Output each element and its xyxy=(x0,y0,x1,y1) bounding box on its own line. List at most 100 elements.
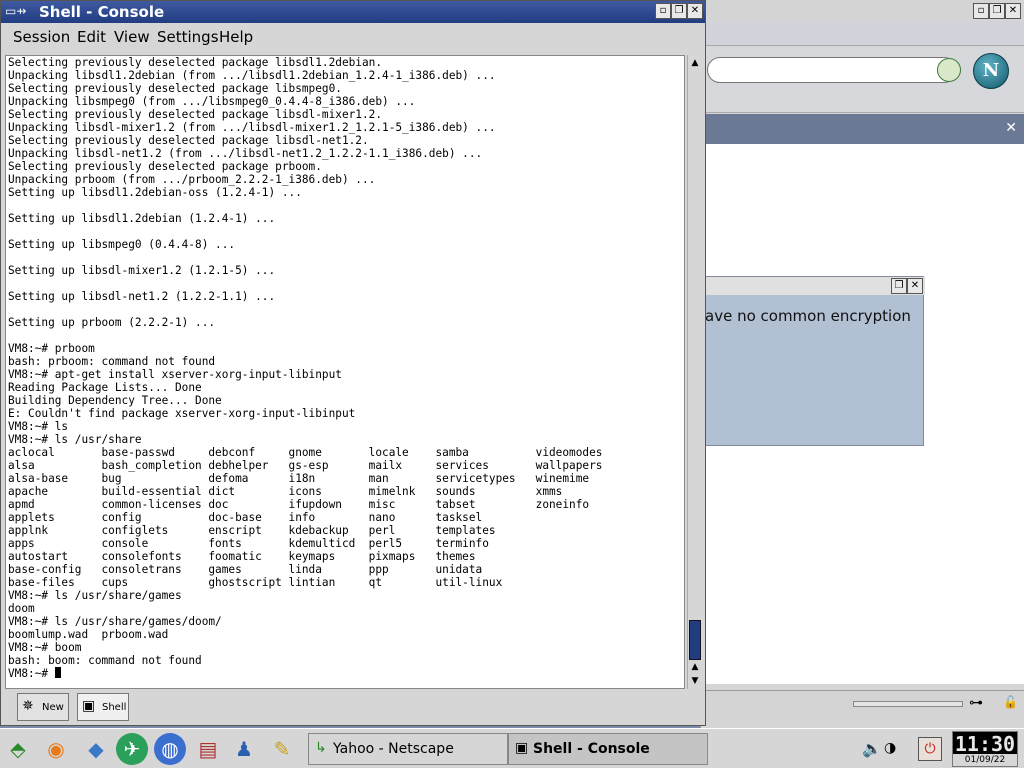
menu-session[interactable]: Session xyxy=(13,28,70,46)
scroll-down-icon[interactable]: ▼ xyxy=(689,675,701,687)
task-console[interactable]: ▣ Shell - Console xyxy=(508,733,708,765)
scrollbar-thumb[interactable] xyxy=(689,620,701,660)
terminal-line: applnk configlets enscript kdebackup per… xyxy=(8,524,496,537)
netscape-menubar xyxy=(701,22,1024,46)
go-icon[interactable] xyxy=(937,58,961,82)
terminal-line: Setting up prboom (2.2.2-1) ... xyxy=(8,316,216,329)
terminal-line: VM8:~# xyxy=(8,667,602,680)
terminal-line: Setting up libsdl1.2debian (1.2.4-1) ... xyxy=(8,212,276,225)
terminal-line: VM8:~# ls /usr/share/games/doom/ xyxy=(8,615,222,628)
terminal-line: Selecting previously deselected package … xyxy=(8,56,383,69)
netscape-icon: ↳ xyxy=(315,740,327,756)
minimize-button[interactable]: ▫ xyxy=(655,3,671,19)
terminal-line: bash: boom: command not found xyxy=(8,654,202,667)
start-menu-icon[interactable]: ⬘ xyxy=(2,733,34,765)
terminal-line: autostart consolefonts foomatic keymaps … xyxy=(8,550,476,563)
terminal-line: Building Dependency Tree... Done xyxy=(8,394,222,407)
terminal-line: alsa-base bug defoma i18n man servicetyp… xyxy=(8,472,590,485)
menu-settings[interactable]: Settings xyxy=(157,28,219,46)
window-menu-icon[interactable]: ▭⇸ xyxy=(5,4,35,20)
security-dialog: ❐ ✕ ave no common encryption xyxy=(700,276,925,446)
url-field[interactable] xyxy=(707,57,957,83)
terminal-line: Reading Package Lists... Done xyxy=(8,381,202,394)
terminal-line: apmd common-licenses doc ifupdown misc t… xyxy=(8,498,590,511)
editor-icon[interactable]: ✎ xyxy=(266,733,298,765)
clock-time: 11:30 xyxy=(954,732,1016,756)
terminal-line: Setting up libsmpeg0 (0.4.4-8) ... xyxy=(8,238,236,251)
scroll-up-icon[interactable]: ▲ xyxy=(689,57,701,69)
terminal-line: Unpacking libsmpeg0 (from .../libsmpeg0_… xyxy=(8,95,416,108)
netscape-titlebar: ▫ ❐ ✕ xyxy=(701,0,1024,22)
maximize-button[interactable]: ❐ xyxy=(671,3,687,19)
close-button[interactable]: ✕ xyxy=(907,278,923,294)
terminal-line: apps console fonts kdemulticd perl5 term… xyxy=(8,537,489,550)
session-tabbar: ✵ New ▣ Shell xyxy=(1,691,705,725)
terminal-line: VM8:~# boom xyxy=(8,641,82,654)
terminal-line: Unpacking prboom (from .../prboom_2.2.2-… xyxy=(8,173,376,186)
netscape-logo[interactable]: N xyxy=(973,53,1009,89)
terminal-line: Unpacking libsdl-net1.2 (from .../libsdl… xyxy=(8,147,483,160)
task-netscape[interactable]: ↳ Yahoo - Netscape xyxy=(308,733,508,765)
scroll-up-icon[interactable]: ▲ xyxy=(689,661,701,673)
netscape-statusbar: ⊶ 🔓 xyxy=(701,690,1024,720)
clock-date: 01/09/22 xyxy=(953,754,1017,766)
connection-icon: ⊶ xyxy=(969,695,983,711)
terminal-line: VM8:~# ls /usr/share xyxy=(8,433,142,446)
window-title: Shell - Console xyxy=(39,3,165,21)
lifebuoy-icon[interactable]: ◉ xyxy=(40,733,72,765)
close-icon[interactable]: ✕ xyxy=(1005,120,1017,136)
terminal-line: VM8:~# ls xyxy=(8,420,69,433)
terminal-line: doom xyxy=(8,602,35,615)
terminal-line: Unpacking libsdl-mixer1.2 (from .../libs… xyxy=(8,121,496,134)
menu-edit[interactable]: Edit xyxy=(77,28,106,46)
user-icon[interactable]: ◑ xyxy=(884,740,896,756)
taskbar: ⬘ ◉ ◆ ✈ ◍ ▤ ♟ ✎ ↳ Yahoo - Netscape ▣ She… xyxy=(0,728,1024,768)
tab-shell[interactable]: ▣ Shell xyxy=(77,693,129,721)
minimize-button[interactable]: ▫ xyxy=(973,3,989,19)
cube-icon[interactable]: ◆ xyxy=(80,733,112,765)
console-icon: ▣ xyxy=(515,740,529,756)
console-titlebar[interactable]: ▭⇸ Shell - Console ▫ ❐ ✕ xyxy=(1,1,705,23)
terminal-output[interactable]: Selecting previously deselected package … xyxy=(5,55,685,689)
lock-icon[interactable]: 🔓 xyxy=(1003,695,1018,709)
terminal-line: E: Couldn't find package xserver-xorg-in… xyxy=(8,407,356,420)
menu-help[interactable]: Help xyxy=(219,28,253,46)
close-button[interactable]: ✕ xyxy=(1005,3,1021,19)
vertical-scrollbar[interactable]: ▲ ▲ ▼ xyxy=(687,55,701,689)
dialog-titlebar: ❐ ✕ xyxy=(701,277,925,295)
terminal-line: Selecting previously deselected package … xyxy=(8,160,322,173)
dialog-message: ave no common encryption xyxy=(705,307,911,325)
terminal-line: apache build-essential dict icons mimeln… xyxy=(8,485,563,498)
terminal-line: alsa bash_completion debhelper gs-esp ma… xyxy=(8,459,603,472)
progress-bar xyxy=(853,701,963,707)
terminal-line: bash: prboom: command not found xyxy=(8,355,216,368)
logout-icon[interactable]: ⏻ xyxy=(918,737,942,761)
console-window: ▭⇸ Shell - Console ▫ ❐ ✕ Session Edit Vi… xyxy=(0,0,706,726)
runner-icon[interactable]: ✈ xyxy=(116,733,148,765)
terminal-line: Setting up libsdl-mixer1.2 (1.2.1-5) ... xyxy=(8,264,276,277)
terminal-line: VM8:~# ls /usr/share/games xyxy=(8,589,182,602)
user-icon[interactable]: ♟ xyxy=(228,733,260,765)
terminal-line: aclocal base-passwd debconf gnome locale… xyxy=(8,446,603,459)
clock[interactable]: 11:30 01/09/22 xyxy=(952,731,1018,767)
maximize-button[interactable]: ❐ xyxy=(989,3,1005,19)
maximize-button[interactable]: ❐ xyxy=(891,278,907,294)
terminal-line: Selecting previously deselected package … xyxy=(8,82,342,95)
terminal-line: VM8:~# apt-get install xserver-xorg-inpu… xyxy=(8,368,342,381)
netscape-toolbar: N xyxy=(701,47,1024,113)
briefcase-icon[interactable]: ▤ xyxy=(192,733,224,765)
speaker-icon[interactable]: 🔈 xyxy=(862,739,882,758)
terminal-line: Selecting previously deselected package … xyxy=(8,134,369,147)
close-button[interactable]: ✕ xyxy=(687,3,703,19)
new-session-button[interactable]: ✵ New xyxy=(17,693,69,721)
globe-icon[interactable]: ◍ xyxy=(154,733,186,765)
terminal-text: Selecting previously deselected package … xyxy=(8,56,602,680)
text-cursor xyxy=(54,667,61,678)
menu-view[interactable]: View xyxy=(114,28,150,46)
system-tray: 🔈 ◑ xyxy=(856,733,896,765)
